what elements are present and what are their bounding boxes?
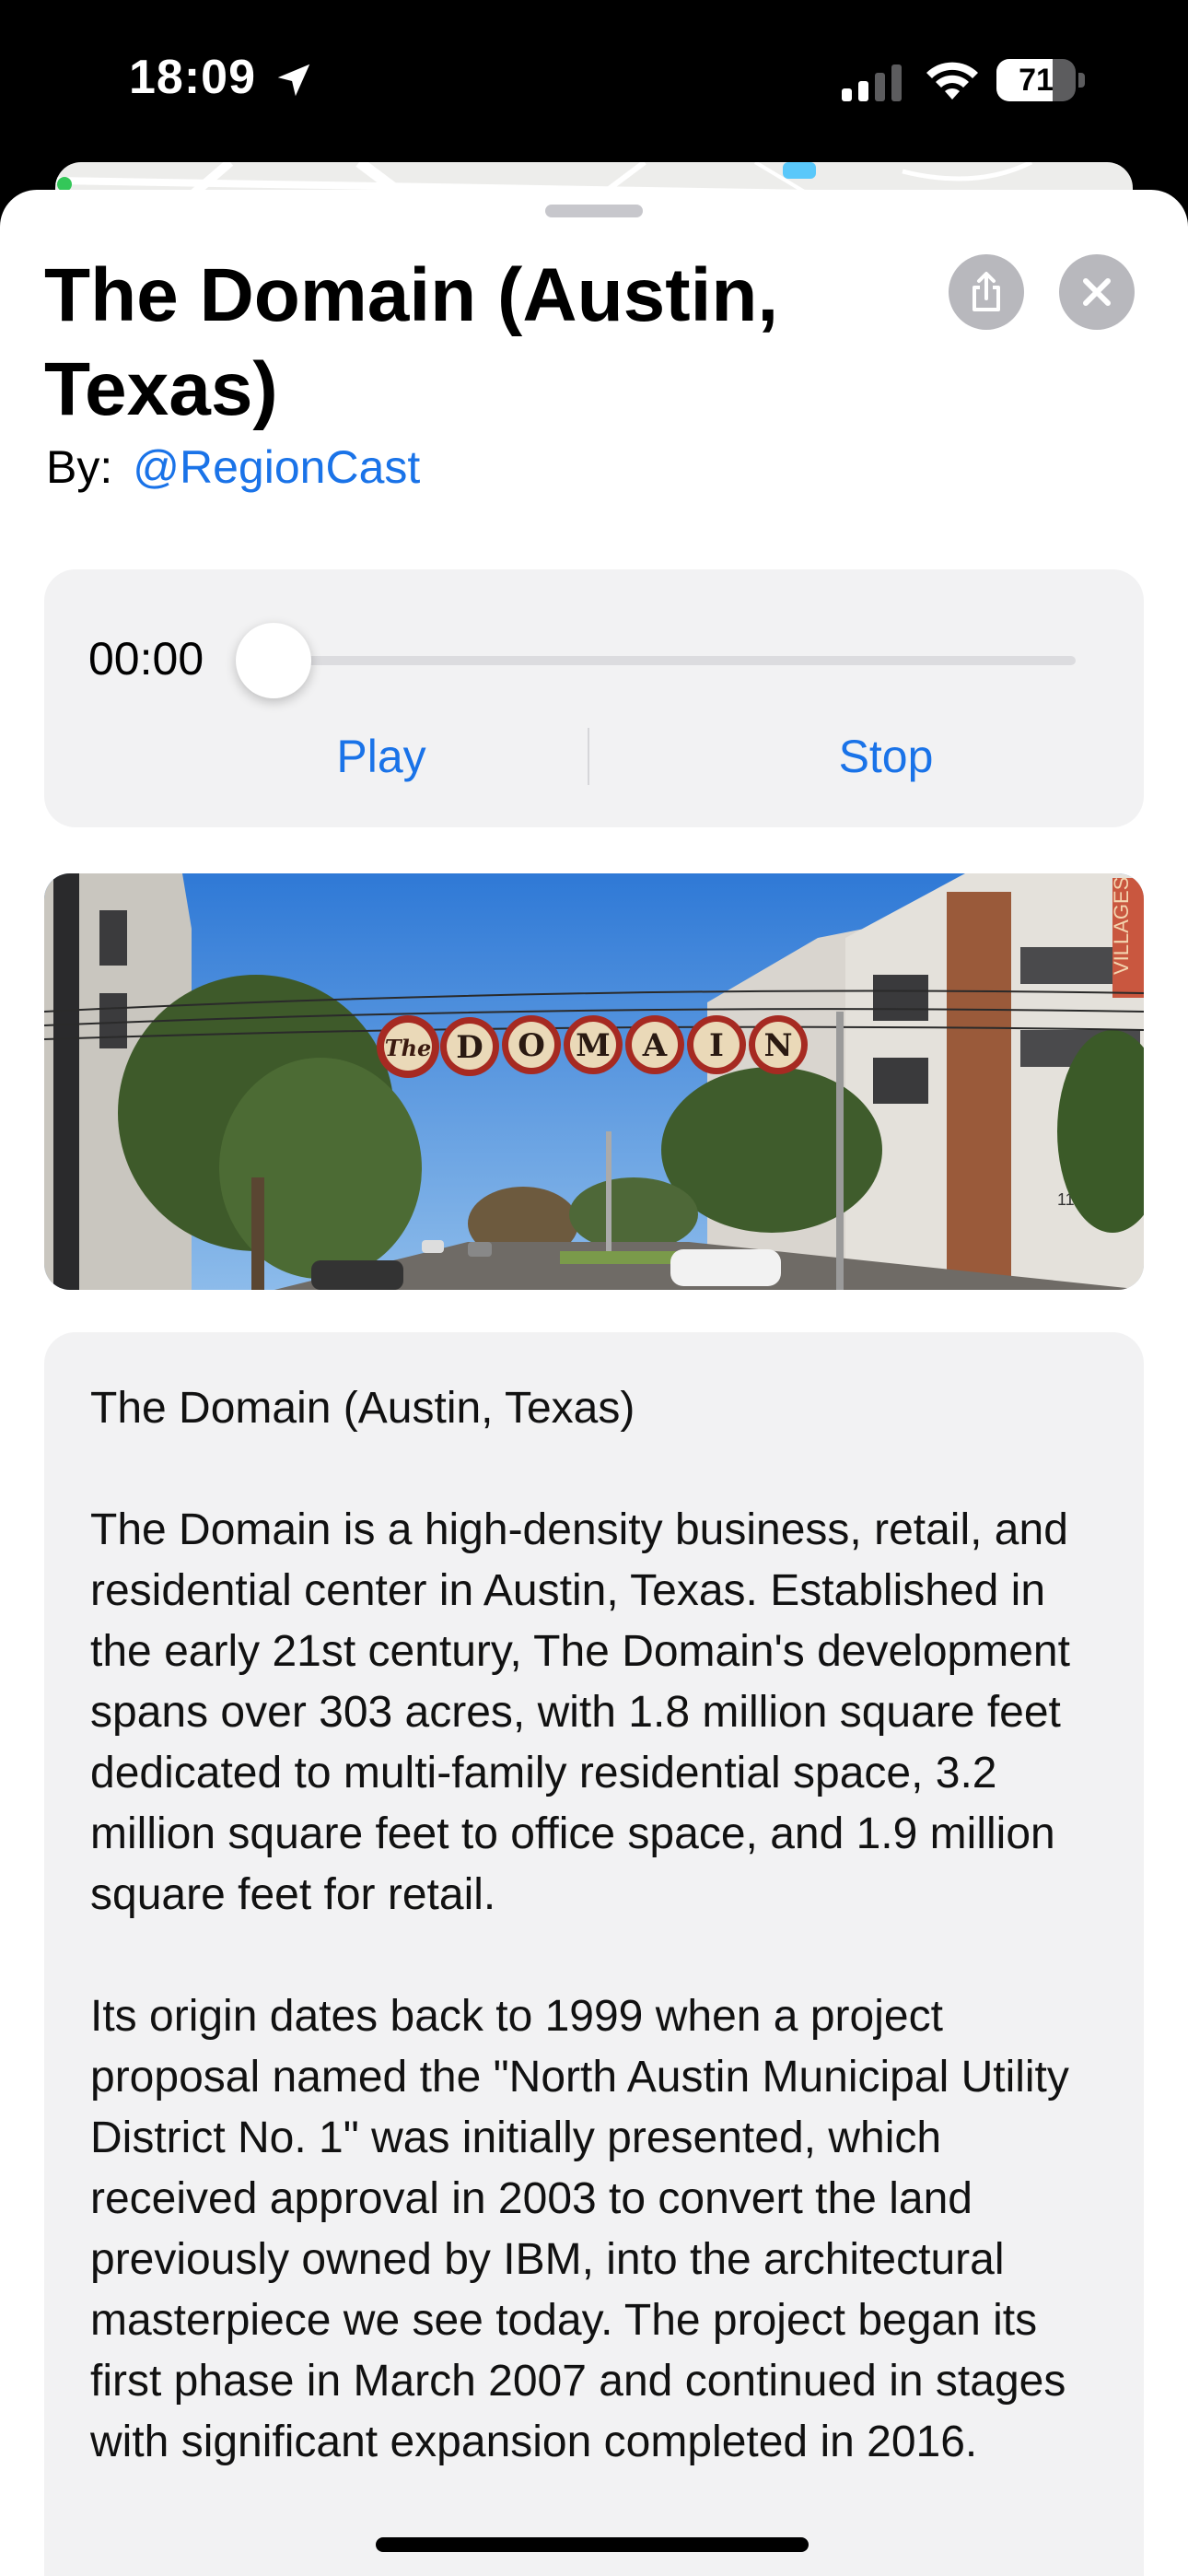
sign-letter: D xyxy=(456,1029,483,1066)
status-time: 18:09 xyxy=(129,51,256,104)
battery-icon: 71 xyxy=(996,59,1085,101)
playback-time: 00:00 xyxy=(88,633,204,685)
building-sign: VILLAGES xyxy=(1110,877,1133,975)
status-bar: 18:09 71 xyxy=(0,0,1188,166)
share-icon xyxy=(973,272,1000,311)
page-title: The Domain (Austin, Texas) xyxy=(44,253,779,431)
description-paragraph: The Domain is a high-density business, r… xyxy=(90,1505,1070,1919)
play-button[interactable]: Play xyxy=(215,730,547,783)
close-button[interactable] xyxy=(1059,254,1135,330)
battery-percent: 71 xyxy=(1019,63,1054,98)
share-button[interactable] xyxy=(949,254,1024,330)
wifi-icon xyxy=(926,62,978,100)
location-arrow-icon xyxy=(277,64,310,97)
sign-letter: I xyxy=(709,1027,724,1064)
description-heading: The Domain (Austin, Texas) xyxy=(90,1384,635,1433)
by-label: By: xyxy=(46,441,113,493)
sign-letter: M xyxy=(576,1027,611,1064)
description-card: The Domain (Austin, Texas) The Domain is… xyxy=(44,1332,1144,2576)
sign-letter: A xyxy=(642,1027,668,1064)
close-icon xyxy=(1083,278,1111,306)
sign-letter: O xyxy=(518,1027,545,1064)
playback-slider-thumb[interactable] xyxy=(236,623,311,698)
author-row: By: @RegionCast xyxy=(46,440,420,494)
button-divider xyxy=(588,728,589,785)
stop-button[interactable]: Stop xyxy=(720,730,1052,783)
place-photo: VILLAGES 11011 xyxy=(44,873,1144,1290)
description-text: The Domain (Austin, Texas) The Domain is… xyxy=(90,1378,1112,2473)
sheet-grabber[interactable] xyxy=(545,205,643,217)
sign-script-text: The xyxy=(385,1035,432,1061)
home-indicator[interactable] xyxy=(376,2537,809,2552)
sign-letter: N xyxy=(763,1027,792,1064)
cellular-signal-icon xyxy=(842,64,902,101)
playback-track[interactable] xyxy=(276,656,1076,665)
author-link[interactable]: @RegionCast xyxy=(133,441,420,493)
audio-player: 00:00 Play Stop xyxy=(44,569,1144,827)
place-sheet: The Domain (Austin, Texas) By: @RegionCas… xyxy=(0,190,1188,2576)
description-paragraph: Its origin dates back to 1999 when a pro… xyxy=(90,1992,1069,2466)
